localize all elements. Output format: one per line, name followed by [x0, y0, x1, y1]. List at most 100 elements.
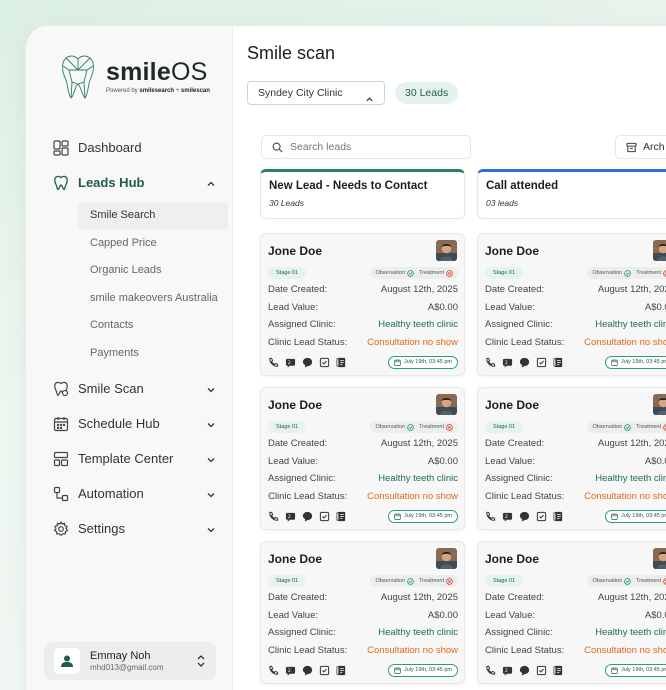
- notes-icon[interactable]: [553, 511, 564, 522]
- detail-row: Date Created: August 12th, 2025: [268, 438, 458, 456]
- notes-icon[interactable]: [336, 357, 347, 368]
- notes-icon[interactable]: [553, 357, 564, 368]
- smile-scan-icon: [52, 380, 70, 398]
- lead-card[interactable]: Jone Doe Stage 01 Observation Treatment …: [260, 387, 465, 530]
- detail-value: Healthy teeth clinic: [378, 473, 458, 484]
- detail-row: Clinic Lead Status: Consultation no show: [268, 337, 458, 355]
- chevron-up-icon[interactable]: [206, 177, 216, 192]
- lead-card[interactable]: Jone Doe Stage 01 Observation Treatment …: [477, 541, 666, 684]
- notes-icon[interactable]: [336, 665, 347, 676]
- submenu-item-payments[interactable]: Payments: [78, 340, 228, 368]
- sidebar-item-leads-hub[interactable]: Leads Hub: [52, 165, 228, 200]
- checkbox-icon[interactable]: [536, 665, 547, 676]
- phone-icon[interactable]: [485, 511, 496, 522]
- detail-label: Clinic Lead Status:: [485, 644, 565, 656]
- chevron-down-icon[interactable]: [206, 488, 216, 503]
- calendar-icon: [394, 513, 401, 520]
- card-actions: 2: [485, 357, 570, 368]
- stage-badge: Stage 01: [268, 575, 307, 587]
- checkbox-icon[interactable]: [536, 357, 547, 368]
- message-icon[interactable]: 2: [285, 357, 296, 368]
- chat-icon[interactable]: [302, 511, 313, 522]
- lead-name: Jone Doe: [268, 244, 323, 258]
- detail-value: Consultation no show: [367, 336, 458, 348]
- lead-photo: [653, 240, 666, 261]
- detail-row: Assigned Clinic: Healthy teeth clinic: [485, 473, 666, 491]
- archive-button[interactable]: Arch: [615, 135, 666, 159]
- chat-icon[interactable]: [519, 511, 530, 522]
- phone-icon[interactable]: [268, 665, 279, 676]
- treatment-label: Treatment: [419, 270, 444, 276]
- phone-icon[interactable]: [485, 665, 496, 676]
- chevron-up-down-icon[interactable]: [196, 654, 206, 673]
- detail-value: Consultation no show: [367, 644, 458, 656]
- lead-tags: Stage 01 Observation Treatment: [268, 575, 458, 588]
- detail-row: Lead Value: A$0.00: [268, 302, 458, 320]
- detail-row: Lead Value: A$0.00: [485, 610, 666, 628]
- progress-badge: Observation Treatment: [370, 267, 458, 279]
- chevron-down-icon[interactable]: [206, 418, 216, 433]
- clinic-select[interactable]: Syndey City Clinic: [247, 81, 385, 105]
- phone-icon[interactable]: [268, 357, 279, 368]
- user-name: Emmay Noh: [90, 650, 151, 662]
- checkbox-icon[interactable]: [319, 357, 330, 368]
- lead-name: Jone Doe: [268, 398, 323, 412]
- chat-icon[interactable]: [302, 357, 313, 368]
- message-icon[interactable]: 2: [502, 357, 513, 368]
- close-circle-icon: [446, 423, 453, 431]
- sidebar-item-settings[interactable]: Settings: [52, 511, 228, 546]
- notes-icon[interactable]: [553, 665, 564, 676]
- chat-icon[interactable]: [519, 665, 530, 676]
- card-footer: 2 July 19th, 03:45 pm: [485, 510, 666, 524]
- tooth-icon: [62, 55, 94, 99]
- checkbox-icon[interactable]: [319, 665, 330, 676]
- chevron-down-icon[interactable]: [206, 523, 216, 538]
- detail-value: August 12th, 2025: [597, 592, 666, 603]
- phone-icon[interactable]: [268, 511, 279, 522]
- lead-card[interactable]: Jone Doe Stage 01 Observation Treatment …: [477, 387, 666, 530]
- chevron-down-icon[interactable]: [206, 453, 216, 468]
- notes-icon[interactable]: [336, 511, 347, 522]
- detail-label: Assigned Clinic:: [485, 627, 553, 638]
- checkbox-icon[interactable]: [536, 511, 547, 522]
- sidebar-item-dashboard[interactable]: Dashboard: [52, 130, 228, 165]
- sidebar-item-smile-scan[interactable]: Smile Scan: [52, 371, 228, 406]
- lead-card[interactable]: Jone Doe Stage 01 Observation Treatment …: [477, 233, 666, 376]
- card-actions: 2: [485, 511, 570, 522]
- detail-label: Assigned Clinic:: [485, 473, 553, 484]
- chat-icon[interactable]: [519, 357, 530, 368]
- search-input[interactable]: Search leads: [261, 135, 471, 159]
- lead-name: Jone Doe: [268, 552, 323, 566]
- message-icon[interactable]: 2: [285, 511, 296, 522]
- detail-label: Clinic Lead Status:: [268, 336, 348, 348]
- progress-badge: Observation Treatment: [587, 421, 666, 433]
- lead-card[interactable]: Jone Doe Stage 01 Observation Treatment …: [260, 541, 465, 684]
- submenu-item-smile-makeovers[interactable]: smile makeovers Australia: [78, 285, 228, 313]
- detail-value: Healthy teeth clinic: [595, 473, 666, 484]
- message-icon[interactable]: 2: [502, 511, 513, 522]
- detail-label: Assigned Clinic:: [268, 627, 336, 638]
- chat-icon[interactable]: [302, 665, 313, 676]
- checkbox-icon[interactable]: [319, 511, 330, 522]
- sidebar-item-label: Leads Hub: [78, 175, 145, 190]
- user-switcher[interactable]: Emmay Noh mhd013@gmail.com: [44, 642, 216, 680]
- submenu-item-capped-price[interactable]: Capped Price: [78, 230, 228, 258]
- chevron-up-icon: [365, 90, 374, 112]
- submenu-item-contacts[interactable]: Contacts: [78, 312, 228, 340]
- close-circle-icon: [446, 577, 453, 585]
- detail-row: Date Created: August 12th, 2025: [485, 592, 666, 610]
- phone-icon[interactable]: [485, 357, 496, 368]
- submenu-item-smile-search[interactable]: Smile Search: [78, 202, 228, 230]
- submenu-item-organic-leads[interactable]: Organic Leads: [78, 257, 228, 285]
- sidebar-item-automation[interactable]: Automation: [52, 476, 228, 511]
- detail-label: Lead Value:: [268, 301, 319, 313]
- sidebar-item-schedule-hub[interactable]: Schedule Hub: [52, 406, 228, 441]
- observation-label: Observation: [375, 578, 406, 584]
- svg-text:2: 2: [505, 514, 508, 520]
- sidebar-item-template-center[interactable]: Template Center: [52, 441, 228, 476]
- message-icon[interactable]: 2: [502, 665, 513, 676]
- lead-card[interactable]: Jone Doe Stage 01 Observation Treatment …: [260, 233, 465, 376]
- detail-value: Consultation no show: [584, 336, 666, 348]
- message-icon[interactable]: 2: [285, 665, 296, 676]
- chevron-down-icon[interactable]: [206, 383, 216, 398]
